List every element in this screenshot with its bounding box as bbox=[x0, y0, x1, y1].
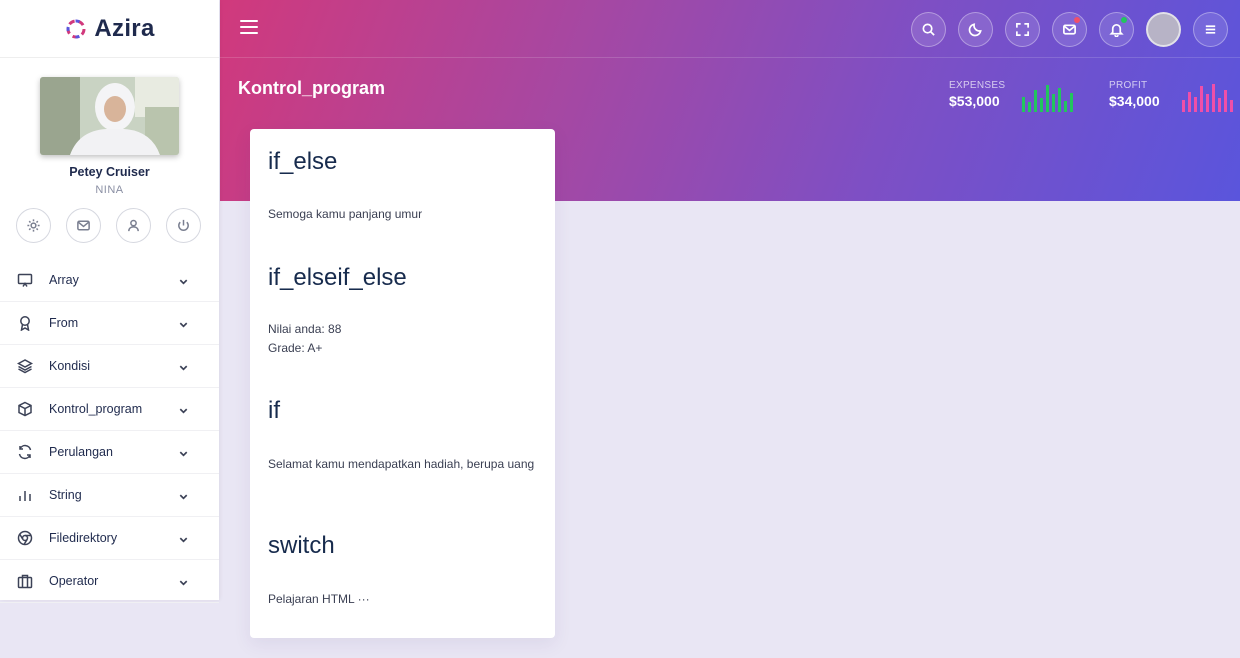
user-icon bbox=[128, 219, 139, 232]
topbar-divider bbox=[220, 57, 1240, 58]
stat-expenses: EXPENSES $53,000 bbox=[949, 80, 1005, 109]
brand[interactable]: Azira bbox=[0, 0, 219, 58]
page-title: Kontrol_program bbox=[238, 78, 386, 98]
mail-icon bbox=[1063, 24, 1076, 35]
section-text: Semoga kamu panjang umur bbox=[268, 207, 423, 221]
power-icon bbox=[178, 219, 189, 231]
notifications-button[interactable] bbox=[1099, 12, 1134, 47]
sidebar-item-string[interactable]: String bbox=[0, 474, 219, 517]
sidebar-item-kontrol-program[interactable]: Kontrol_program bbox=[0, 388, 219, 431]
section-heading: switch bbox=[268, 532, 335, 559]
menu-icon bbox=[1205, 25, 1216, 34]
award-icon bbox=[20, 316, 30, 331]
sidebar-item-label: Array bbox=[49, 273, 79, 287]
section-text: Selamat kamu mendapatkan hadiah, berupa … bbox=[268, 457, 535, 471]
fullscreen-button[interactable] bbox=[1005, 12, 1040, 47]
menu-button[interactable] bbox=[1193, 12, 1228, 47]
stat-label: PROFIT bbox=[1109, 80, 1148, 91]
profile-name: Petey Cruiser bbox=[69, 165, 150, 179]
profile-button[interactable] bbox=[116, 208, 151, 243]
box-icon bbox=[18, 401, 32, 417]
logout-button[interactable] bbox=[166, 208, 201, 243]
sidebar-menu: Array From Kondisi Kontrol_program Perul… bbox=[0, 259, 219, 603]
brand-name: Azira bbox=[94, 14, 155, 42]
layers-icon bbox=[17, 359, 33, 374]
content-card: if_else Semoga kamu panjang umur if_else… bbox=[250, 129, 555, 638]
chevron-down-icon bbox=[179, 279, 188, 285]
chevron-down-icon bbox=[179, 537, 188, 543]
expenses-sparkline bbox=[1022, 82, 1073, 112]
profile-role: NINA bbox=[95, 184, 124, 196]
text-line: Grade: A+ bbox=[268, 341, 323, 355]
stat-profit: PROFIT $34,000 bbox=[1109, 80, 1160, 109]
moon-icon bbox=[968, 23, 982, 37]
mail-button[interactable] bbox=[66, 208, 101, 243]
briefcase-icon bbox=[17, 574, 33, 589]
sidebar-item-label: From bbox=[49, 316, 79, 330]
sidebar-item-from[interactable]: From bbox=[0, 302, 219, 345]
chrome-icon bbox=[17, 530, 33, 546]
bar-chart-icon bbox=[19, 491, 31, 501]
sidebar-item-label: Kontrol_program bbox=[49, 402, 143, 416]
section-heading: if_elseif_else bbox=[268, 264, 407, 291]
profit-sparkline bbox=[1182, 82, 1233, 112]
sidebar-item-label: Filedirektory bbox=[49, 531, 118, 545]
profile-photo bbox=[40, 77, 179, 155]
topbar-actions bbox=[911, 12, 1228, 47]
fullscreen-icon bbox=[1016, 23, 1029, 36]
stat-label: EXPENSES bbox=[949, 80, 1006, 91]
sidebar-item-perulangan[interactable]: Perulangan bbox=[0, 431, 219, 474]
sidebar-item-filedirektory[interactable]: Filedirektory bbox=[0, 517, 219, 560]
stat-value: $53,000 bbox=[949, 93, 1000, 109]
chevron-down-icon bbox=[179, 580, 188, 586]
brand-logo-icon bbox=[66, 19, 86, 38]
text-line: Nilai anda: 88 bbox=[268, 322, 342, 336]
mail-icon bbox=[77, 220, 90, 231]
sidebar: Azira Petey Cruiser NINA Array From Kond… bbox=[0, 0, 219, 603]
gear-icon bbox=[27, 219, 40, 232]
section-text: Nilai anda: 88 Grade: A+ bbox=[268, 320, 538, 358]
sidebar-item-label: Kondisi bbox=[49, 359, 90, 373]
stat-value: $34,000 bbox=[1109, 93, 1160, 109]
sidebar-item-operator[interactable]: Operator bbox=[0, 560, 219, 603]
sidebar-item-label: Perulangan bbox=[49, 445, 113, 459]
section-heading: if_else bbox=[268, 148, 338, 175]
chevron-down-icon bbox=[179, 408, 188, 414]
avatar[interactable] bbox=[1146, 12, 1181, 47]
notification-dot bbox=[1121, 17, 1127, 23]
section-heading: if bbox=[268, 397, 280, 424]
profile-actions bbox=[16, 208, 201, 243]
chevron-down-icon bbox=[179, 365, 188, 371]
sidebar-item-label: String bbox=[49, 488, 82, 502]
sidebar-item-array[interactable]: Array bbox=[0, 259, 219, 302]
chevron-down-icon bbox=[179, 451, 188, 457]
monitor-icon bbox=[17, 273, 33, 287]
search-button[interactable] bbox=[911, 12, 946, 47]
section-text: Pelajaran HTML ··· bbox=[268, 592, 370, 606]
settings-button[interactable] bbox=[16, 208, 51, 243]
sidebar-item-kondisi[interactable]: Kondisi bbox=[0, 345, 219, 388]
refresh-icon bbox=[18, 444, 32, 460]
chevron-down-icon bbox=[179, 322, 188, 328]
chevron-down-icon bbox=[179, 494, 188, 500]
search-icon bbox=[922, 23, 935, 36]
bell-icon bbox=[1109, 23, 1124, 37]
sidebar-item-label: Operator bbox=[49, 574, 99, 588]
sidebar-toggle-button[interactable] bbox=[240, 20, 258, 38]
dark-mode-button[interactable] bbox=[958, 12, 993, 47]
notification-dot bbox=[1074, 17, 1080, 23]
messages-button[interactable] bbox=[1052, 12, 1087, 47]
